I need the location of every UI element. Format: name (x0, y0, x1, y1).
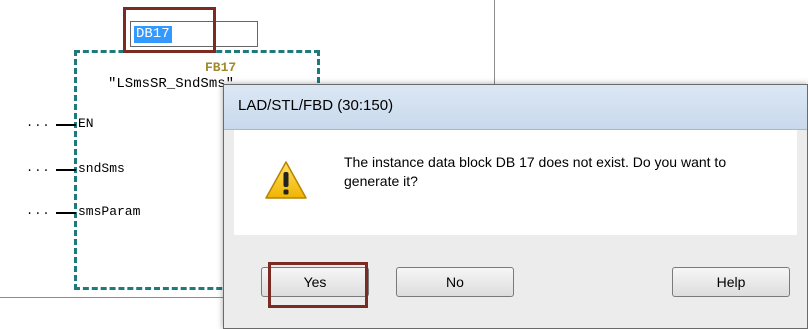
warning-icon (265, 161, 307, 199)
dialog-titlebar[interactable]: LAD/STL/FBD (30:150) (224, 85, 807, 130)
dialog-message: The instance data block DB 17 does not e… (344, 154, 727, 189)
pin-smsparam[interactable]: ... smsParam (0, 204, 140, 222)
pin-label: EN (78, 116, 94, 131)
function-block-number: FB17 (205, 60, 237, 75)
dialog-title: LAD/STL/FBD (30:150) (238, 97, 394, 114)
function-block-title: "LSmsSR_SndSms" (108, 76, 235, 92)
dialog-body: The instance data block DB 17 does not e… (234, 130, 797, 235)
ladder-editor-canvas: FB17 "LSmsSR_SndSms" ... EN ... sndSms .… (0, 0, 808, 329)
pin-connection-dots: ... (26, 204, 51, 218)
db-field-highlight-box (123, 7, 216, 53)
pin-wire (56, 124, 76, 126)
pin-wire (56, 212, 76, 214)
help-button[interactable]: Help (672, 267, 790, 297)
pin-label: smsParam (78, 204, 141, 219)
pin-sndsms[interactable]: ... sndSms (0, 161, 125, 179)
pin-en[interactable]: ... EN (0, 116, 120, 134)
pin-wire (56, 169, 76, 171)
rung-horizontal-line (0, 297, 240, 298)
pin-connection-dots: ... (26, 161, 51, 175)
no-button[interactable]: No (396, 267, 514, 297)
pin-label: sndSms (78, 161, 125, 176)
pin-connection-dots: ... (26, 116, 51, 130)
yes-button-highlight-box (268, 262, 368, 308)
